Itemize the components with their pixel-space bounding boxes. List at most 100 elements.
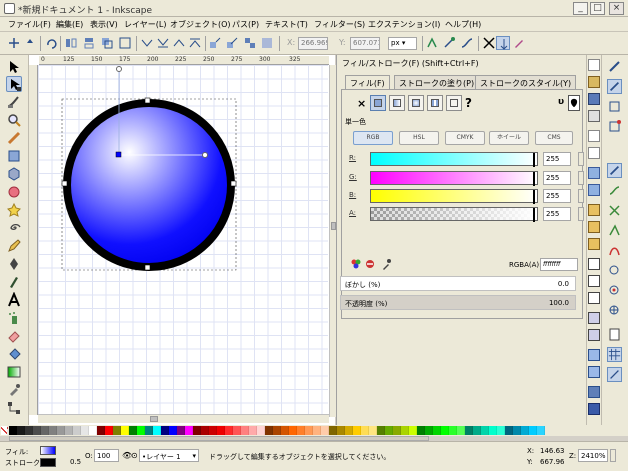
- snap-guide-icon[interactable]: [482, 36, 496, 50]
- green-slider-knob[interactable]: [533, 172, 537, 186]
- palette-swatch[interactable]: [385, 426, 393, 435]
- eraser-tool-icon[interactable]: [6, 328, 22, 344]
- palette-swatch[interactable]: [321, 426, 329, 435]
- stroke-width-value[interactable]: 0.5: [70, 458, 81, 466]
- snap-bbox-corner-icon[interactable]: [607, 119, 622, 134]
- fill-rule-nonzero-icon[interactable]: [568, 95, 580, 111]
- maximize-button[interactable]: □: [590, 2, 605, 15]
- palette-swatch[interactable]: [345, 426, 353, 435]
- group-icon[interactable]: [588, 349, 600, 361]
- palette-swatch[interactable]: [185, 426, 193, 435]
- palette-swatch[interactable]: [65, 426, 73, 435]
- unset-paint-button[interactable]: ?: [465, 96, 472, 110]
- alpha-channel-spin[interactable]: [578, 207, 584, 221]
- select-all-icon[interactable]: [7, 36, 21, 50]
- blur-row[interactable]: ぼかし (%) 0.0: [340, 276, 576, 291]
- palette-swatch[interactable]: [441, 426, 449, 435]
- rectangle-tool-icon[interactable]: [6, 148, 22, 164]
- copy-icon[interactable]: [588, 204, 600, 216]
- menu-layer[interactable]: レイヤー(L): [124, 19, 166, 30]
- rotate-ccw-icon[interactable]: [45, 36, 59, 50]
- palette-swatch[interactable]: [129, 426, 137, 435]
- snap-smooth-icon[interactable]: [607, 243, 622, 258]
- palette-swatch[interactable]: [521, 426, 529, 435]
- stroke-swatch[interactable]: [40, 458, 56, 467]
- palette-swatch[interactable]: [257, 426, 265, 435]
- scale-stroke-icon[interactable]: [208, 36, 222, 50]
- pen-tool-icon[interactable]: [6, 256, 22, 272]
- transform-gradients-icon[interactable]: [243, 36, 257, 50]
- blur-value[interactable]: 0.0: [558, 280, 569, 288]
- fill-stroke-icon[interactable]: [588, 386, 600, 398]
- palette-swatch[interactable]: [121, 426, 129, 435]
- horizontal-scroll-thumb[interactable]: [150, 416, 158, 422]
- scale-corners-icon[interactable]: [225, 36, 239, 50]
- palette-swatch[interactable]: [193, 426, 201, 435]
- red-channel-slider[interactable]: [370, 152, 538, 167]
- layer-select[interactable]: •レイヤー 1 ▾: [139, 449, 199, 462]
- x-field[interactable]: 266.969: [298, 37, 328, 50]
- opacity-status-input[interactable]: 100: [94, 449, 119, 462]
- palette-swatch[interactable]: [209, 426, 217, 435]
- red-channel-value[interactable]: 255: [543, 152, 571, 166]
- measure-tool-icon[interactable]: [6, 130, 22, 146]
- dropper-tool-icon[interactable]: [6, 382, 22, 398]
- snap-path-intersection-icon[interactable]: [607, 203, 622, 218]
- red-channel-spin[interactable]: [578, 152, 584, 166]
- flip-horizontal-icon[interactable]: [64, 36, 78, 50]
- flip-vertical-icon[interactable]: [82, 36, 96, 50]
- palette-swatch[interactable]: [313, 426, 321, 435]
- open-document-icon[interactable]: [588, 76, 600, 88]
- menu-help[interactable]: ヘルプ(H): [445, 19, 481, 30]
- snap-rotation-center-icon[interactable]: [607, 303, 622, 318]
- print-icon[interactable]: [588, 110, 600, 122]
- snap-center-icon[interactable]: [607, 283, 622, 298]
- snap-path-icon[interactable]: [607, 183, 622, 198]
- pencil-tool-icon[interactable]: [6, 238, 22, 254]
- connector-tool-icon[interactable]: [6, 400, 22, 416]
- raise-object-top-icon[interactable]: [188, 36, 202, 50]
- zoom-spin[interactable]: [610, 449, 616, 462]
- snap-guides-toggle-icon[interactable]: [607, 367, 622, 382]
- node-handle[interactable]: [230, 180, 237, 187]
- menu-text[interactable]: テキスト(T): [265, 19, 308, 30]
- palette-swatch[interactable]: [409, 426, 417, 435]
- palette-swatch[interactable]: [329, 426, 337, 435]
- tab-fill[interactable]: フィル(F): [345, 75, 390, 90]
- palette-swatch[interactable]: [353, 426, 361, 435]
- menu-object[interactable]: オブジェクト(O): [170, 19, 231, 30]
- palette-swatch[interactable]: [33, 426, 41, 435]
- undo-icon[interactable]: [588, 167, 600, 179]
- palette-swatch[interactable]: [305, 426, 313, 435]
- palette-swatch[interactable]: [417, 426, 425, 435]
- palette-swatch[interactable]: [393, 426, 401, 435]
- palette-swatch[interactable]: [17, 426, 25, 435]
- palette-swatch[interactable]: [233, 426, 241, 435]
- mode-hsl-button[interactable]: HSL: [399, 131, 439, 145]
- new-document-icon[interactable]: [588, 59, 600, 71]
- palette-swatch[interactable]: [201, 426, 209, 435]
- menu-extensions[interactable]: エクステンション(I): [368, 19, 440, 30]
- green-channel-slider[interactable]: [370, 171, 538, 186]
- palette-swatch[interactable]: [281, 426, 289, 435]
- save-document-icon[interactable]: [588, 93, 600, 105]
- palette-swatch[interactable]: [89, 426, 97, 435]
- palette-swatch[interactable]: [73, 426, 81, 435]
- blue-channel-value[interactable]: 255: [543, 189, 571, 203]
- snap-toggle-icon[interactable]: [425, 36, 439, 50]
- zoom-input[interactable]: 2410%: [578, 449, 608, 462]
- palette-swatch[interactable]: [41, 426, 49, 435]
- canvas-drawing[interactable]: [38, 65, 328, 415]
- paste-icon[interactable]: [588, 238, 600, 250]
- ungroup-icon[interactable]: [588, 366, 600, 378]
- snap-edit-icon[interactable]: [512, 36, 526, 50]
- calligraphy-tool-icon[interactable]: [6, 274, 22, 290]
- gradient-circle[interactable]: [63, 99, 235, 271]
- palette-swatch[interactable]: [513, 426, 521, 435]
- gradient-tool-icon[interactable]: [6, 364, 22, 380]
- palette-swatch[interactable]: [425, 426, 433, 435]
- lower-to-bottom-icon[interactable]: [156, 36, 170, 50]
- menu-file[interactable]: ファイル(F): [8, 19, 51, 30]
- rgba-input[interactable]: ffffffff: [540, 258, 578, 271]
- horizontal-scrollbar[interactable]: [38, 414, 329, 423]
